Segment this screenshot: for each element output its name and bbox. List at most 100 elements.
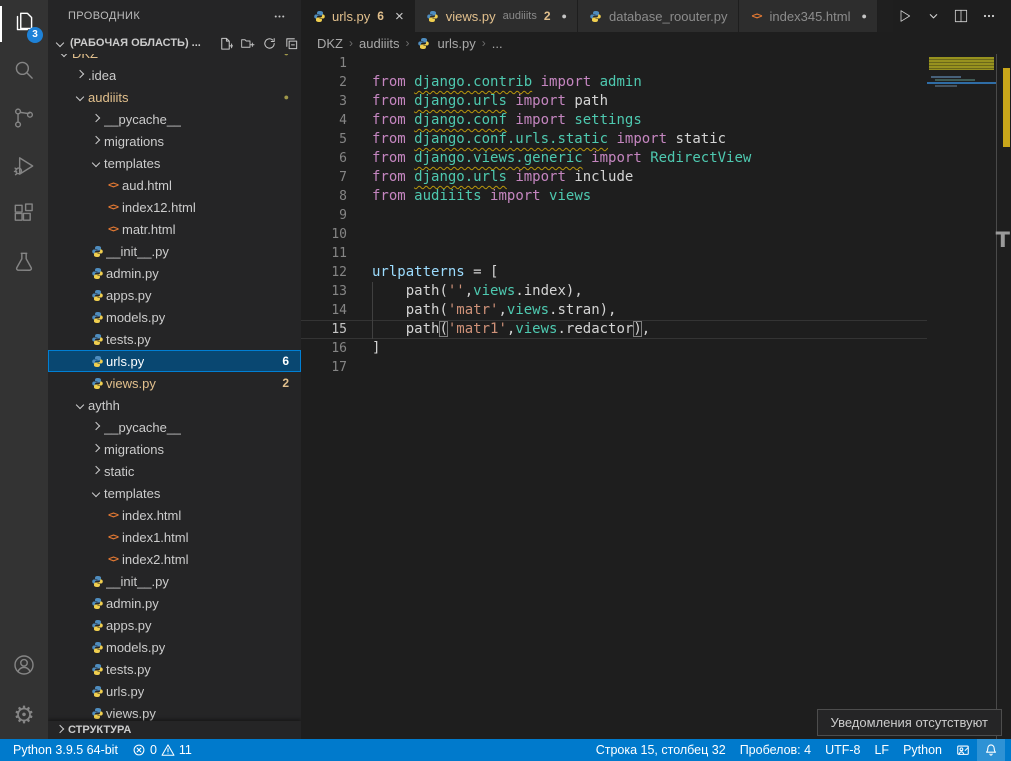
tree-item-index2-html[interactable]: <>index2.html: [48, 548, 301, 570]
code-line-10[interactable]: 10: [301, 225, 927, 244]
activity-bar-item-run-debug[interactable]: [0, 144, 48, 192]
code-line-12[interactable]: 12urlpatterns = [: [301, 263, 927, 282]
code-line-1[interactable]: 1: [301, 54, 927, 73]
close-icon[interactable]: ×: [395, 9, 404, 24]
activity-bar-item-testing[interactable]: [0, 240, 48, 288]
line-number[interactable]: 5: [301, 130, 347, 149]
code-line-13[interactable]: 13 path('',views.index),: [301, 282, 927, 301]
tree-item-templates[interactable]: templates: [48, 482, 301, 504]
line-number[interactable]: 6: [301, 149, 347, 168]
tree-item-apps-py[interactable]: apps.py: [48, 284, 301, 306]
tree-item-audiiits[interactable]: audiiits●: [48, 86, 301, 108]
tree-item-tests-py[interactable]: tests.py: [48, 658, 301, 680]
tree-item-templates[interactable]: templates: [48, 152, 301, 174]
tree-item-migrations[interactable]: migrations: [48, 130, 301, 152]
breadcrumb[interactable]: DKZ›audiiits›urls.py›...: [301, 32, 1011, 54]
line-number[interactable]: 11: [301, 244, 347, 263]
code-line-14[interactable]: 14 path('matr',views.stran),: [301, 301, 927, 320]
activity-bar-item-account[interactable]: [0, 643, 48, 691]
code-line-11[interactable]: 11: [301, 244, 927, 263]
status-item-python-interpreter[interactable]: Python 3.9.5 64-bit: [6, 739, 125, 761]
line-number[interactable]: 17: [301, 358, 347, 377]
code-line-15[interactable]: 15 path('matr1',views.redactor),: [301, 320, 927, 339]
minimap[interactable]: [927, 54, 997, 234]
tree-item-views-py[interactable]: views.py: [48, 702, 301, 721]
line-number[interactable]: 13: [301, 282, 347, 301]
status-item-cursor-position[interactable]: Строка 15, столбец 32: [589, 739, 733, 761]
tree-item-matr-html[interactable]: <>matr.html: [48, 218, 301, 240]
modified-dot-icon[interactable]: ●: [562, 11, 567, 21]
play-icon[interactable]: [893, 4, 917, 28]
code-line-5[interactable]: 5from django.conf.urls.static import sta…: [301, 130, 927, 149]
breadcrumb-item-audiiits[interactable]: audiiits: [359, 36, 399, 51]
tree-item-static[interactable]: static: [48, 460, 301, 482]
code-line-3[interactable]: 3from django.urls import path: [301, 92, 927, 111]
modified-dot-icon[interactable]: ●: [861, 11, 866, 21]
tree-item-models-py[interactable]: models.py: [48, 636, 301, 658]
tree-item-idea[interactable]: .idea: [48, 64, 301, 86]
code-line-6[interactable]: 6from django.views.generic import Redire…: [301, 149, 927, 168]
tree-item-index12-html[interactable]: <>index12.html: [48, 196, 301, 218]
status-item-notifications-bell[interactable]: [977, 739, 1005, 761]
tree-item-migrations[interactable]: migrations: [48, 438, 301, 460]
split-editor-icon[interactable]: [949, 4, 973, 28]
status-item-problems[interactable]: 011: [125, 739, 199, 761]
tree-item-init-py[interactable]: __init__.py: [48, 240, 301, 262]
line-number[interactable]: 3: [301, 92, 347, 111]
tree-item-apps-py[interactable]: apps.py: [48, 614, 301, 636]
tab-urls-py[interactable]: urls.py6×: [301, 0, 415, 32]
line-number[interactable]: 1: [301, 54, 347, 73]
tree-item-pycache[interactable]: __pycache__: [48, 108, 301, 130]
line-number[interactable]: 7: [301, 168, 347, 187]
tree-item-models-py[interactable]: models.py: [48, 306, 301, 328]
tree-item-admin-py[interactable]: admin.py: [48, 592, 301, 614]
ellipsis-icon[interactable]: [977, 4, 1001, 28]
new-folder-icon[interactable]: [237, 33, 257, 53]
refresh-icon[interactable]: [259, 33, 279, 53]
code-line-16[interactable]: 16]: [301, 339, 927, 358]
code-line-4[interactable]: 4from django.conf import settings: [301, 111, 927, 130]
status-item-indentation[interactable]: Пробелов: 4: [733, 739, 818, 761]
scrollbar[interactable]: T: [996, 54, 1011, 739]
status-item-feedback[interactable]: [949, 739, 977, 761]
activity-bar-item-settings[interactable]: ⚙: [0, 691, 48, 739]
code-editor[interactable]: 12from django.contrib import admin3from …: [301, 54, 927, 739]
tree-item-views-py[interactable]: views.py2: [48, 372, 301, 394]
activity-bar-item-search[interactable]: [0, 48, 48, 96]
tab-views-py[interactable]: views.pyaudiiits2●: [415, 0, 578, 32]
line-number[interactable]: 14: [301, 301, 347, 320]
activity-bar-item-explorer[interactable]: 3: [0, 0, 48, 48]
line-number[interactable]: 12: [301, 263, 347, 282]
code-line-17[interactable]: 17: [301, 358, 927, 377]
tree-item-aud-html[interactable]: <>aud.html: [48, 174, 301, 196]
code-line-8[interactable]: 8from audiiits import views: [301, 187, 927, 206]
line-number[interactable]: 4: [301, 111, 347, 130]
breadcrumb-item-[interactable]: ...: [492, 36, 503, 51]
chevron-down-icon[interactable]: [921, 4, 945, 28]
code-line-9[interactable]: 9: [301, 206, 927, 225]
line-number[interactable]: 16: [301, 339, 347, 358]
status-item-language-mode[interactable]: Python: [896, 739, 949, 761]
tree-item-admin-py[interactable]: admin.py: [48, 262, 301, 284]
tree-item-urls-py[interactable]: urls.py6: [48, 350, 301, 372]
line-number[interactable]: 2: [301, 73, 347, 92]
line-number[interactable]: 8: [301, 187, 347, 206]
code-line-7[interactable]: 7from django.urls import include: [301, 168, 927, 187]
status-item-encoding[interactable]: UTF-8: [818, 739, 867, 761]
tree-item-urls-py[interactable]: urls.py: [48, 680, 301, 702]
new-file-icon[interactable]: [215, 33, 235, 53]
tab-index345-html[interactable]: <>index345.html●: [739, 0, 878, 32]
code-line-2[interactable]: 2from django.contrib import admin: [301, 73, 927, 92]
activity-bar-item-source-control[interactable]: [0, 96, 48, 144]
tab-database-roouter-py[interactable]: database_roouter.py: [578, 0, 739, 32]
tree-item-dkz[interactable]: DKZ●: [48, 54, 301, 64]
tree-item-pycache[interactable]: __pycache__: [48, 416, 301, 438]
tree-item-index-html[interactable]: <>index.html: [48, 504, 301, 526]
line-number[interactable]: 15: [301, 320, 347, 339]
line-number[interactable]: 10: [301, 225, 347, 244]
more-actions-icon[interactable]: [269, 6, 289, 26]
breadcrumb-item-dkz[interactable]: DKZ: [317, 36, 343, 51]
line-number[interactable]: 9: [301, 206, 347, 225]
workspace-section-header[interactable]: (РАБОЧАЯ ОБЛАСТЬ) ...: [48, 32, 301, 54]
tree-item-init-py[interactable]: __init__.py: [48, 570, 301, 592]
